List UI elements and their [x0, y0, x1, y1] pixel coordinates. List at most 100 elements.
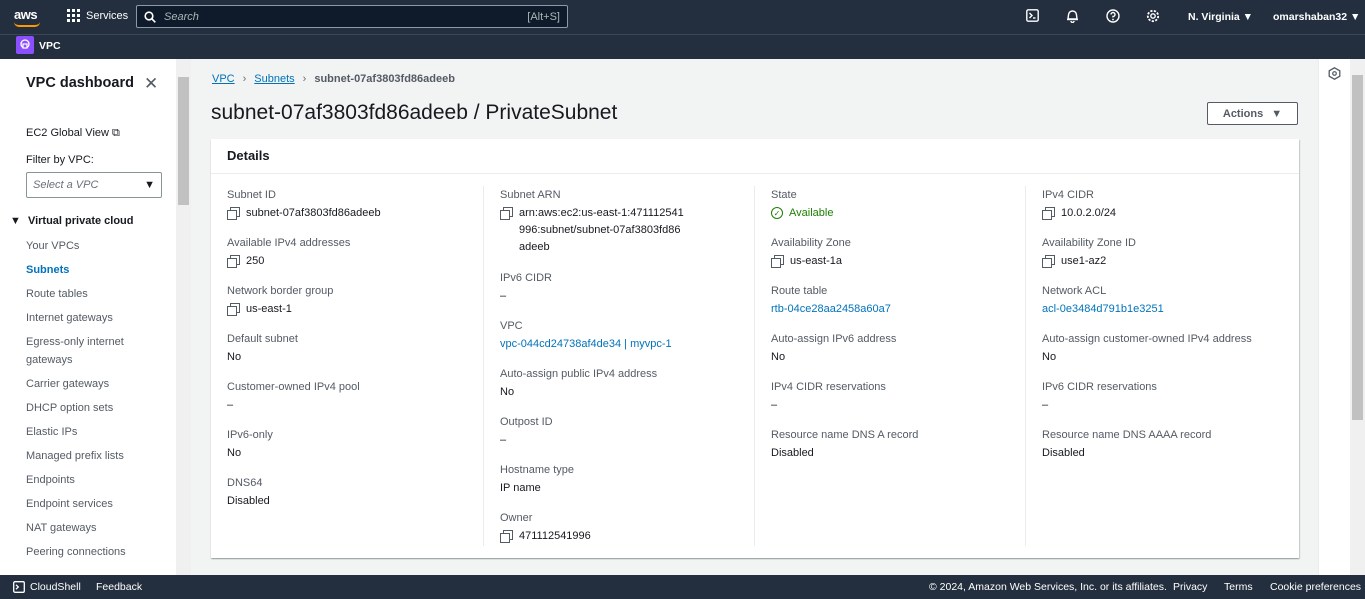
- sidebar-item-internet-gateways[interactable]: Internet gateways: [26, 309, 113, 327]
- feedback-link[interactable]: Feedback: [96, 581, 142, 593]
- copy-icon[interactable]: [1042, 207, 1055, 220]
- sidebar-item-elastic-ips[interactable]: Elastic IPs: [26, 423, 77, 441]
- caret-down-icon: ▼: [10, 215, 21, 227]
- field-hostname-type: Hostname type IP name: [500, 463, 745, 497]
- vpc-service-icon[interactable]: [16, 36, 34, 54]
- field-value: IP name: [500, 482, 541, 494]
- ec2-global-view-link[interactable]: EC2 Global View ⧉: [26, 124, 120, 142]
- settings-icon[interactable]: [1146, 9, 1160, 23]
- field-auto-assign-public-ipv4: Auto-assign public IPv4 address No: [500, 367, 745, 401]
- copy-icon[interactable]: [500, 207, 513, 220]
- aws-logo[interactable]: aws: [14, 7, 38, 22]
- field-label: DNS64: [227, 477, 263, 489]
- cloudshell-link[interactable]: CloudShell: [30, 581, 81, 593]
- field-value: –: [771, 399, 778, 411]
- field-ipv6-cidr-reservations: IPv6 CIDR reservations –: [1042, 380, 1287, 414]
- chevron-right-icon: ›: [242, 73, 247, 85]
- service-name[interactable]: VPC: [39, 40, 61, 52]
- field-availability-zone: Availability Zone us-east-1a: [771, 236, 1016, 270]
- field-label: Resource name DNS AAAA record: [1042, 429, 1212, 441]
- network-acl-link[interactable]: acl-0e3484d791b1e3251: [1042, 301, 1164, 318]
- sidebar-item-endpoints[interactable]: Endpoints: [26, 471, 75, 489]
- region-selector[interactable]: N. Virginia ▼: [1188, 11, 1253, 23]
- sidebar-item-egress-only-gateways[interactable]: Egress-only internet gateways: [26, 333, 146, 369]
- field-value: –: [1042, 399, 1049, 411]
- ec2-global-view-label: EC2 Global View: [26, 127, 109, 139]
- copy-icon[interactable]: [227, 303, 240, 316]
- main-scrollbar-thumb[interactable]: [1352, 75, 1363, 420]
- status-available: Available: [789, 207, 834, 219]
- field-dns-a-record: Resource name DNS A record Disabled: [771, 428, 1016, 462]
- sidebar-scrollbar-thumb[interactable]: [178, 77, 189, 205]
- field-value: No: [771, 351, 786, 363]
- privacy-link[interactable]: Privacy: [1173, 581, 1207, 593]
- sidebar-item-route-tables[interactable]: Route tables: [26, 285, 88, 303]
- section-label: Virtual private cloud: [27, 215, 134, 227]
- actions-button[interactable]: Actions ▼: [1207, 102, 1298, 125]
- section-virtual-private-cloud[interactable]: ▼ Virtual private cloud: [10, 215, 134, 227]
- bell-icon[interactable]: [1066, 9, 1079, 23]
- search-input[interactable]: [164, 10, 528, 23]
- field-label: Auto-assign public IPv4 address: [500, 368, 658, 380]
- copy-icon[interactable]: [500, 530, 513, 543]
- sidebar-item-carrier-gateways[interactable]: Carrier gateways: [26, 375, 109, 393]
- field-label: Hostname type: [500, 464, 574, 476]
- breadcrumb-subnets[interactable]: Subnets: [254, 73, 294, 85]
- copy-icon[interactable]: [227, 207, 240, 220]
- sidebar: VPC dashboard ✕ EC2 Global View ⧉ Filter…: [0, 59, 176, 575]
- field-value: 250: [246, 255, 265, 267]
- field-subnet-id: Subnet ID subnet-07af3803fd86adeeb: [227, 188, 472, 222]
- external-link-icon: ⧉: [112, 127, 120, 139]
- sidebar-item-managed-prefix-lists[interactable]: Managed prefix lists: [26, 447, 124, 465]
- field-value: Disabled: [771, 447, 814, 459]
- field-ipv4-cidr-reservations: IPv4 CIDR reservations –: [771, 380, 1016, 414]
- help-icon[interactable]: [1106, 9, 1120, 23]
- search-bar[interactable]: [Alt+S]: [136, 5, 568, 28]
- sidebar-item-endpoint-services[interactable]: Endpoint services: [26, 495, 113, 513]
- breadcrumb-current: subnet-07af3803fd86adeeb: [314, 73, 455, 85]
- field-subnet-arn: Subnet ARN arn:aws:ec2:us-east-1:4711125…: [500, 188, 685, 256]
- page-title: subnet-07af3803fd86adeeb / PrivateSubnet: [211, 101, 618, 124]
- route-table-link[interactable]: rtb-04ce28aa2458a60a7: [771, 301, 891, 318]
- close-icon[interactable]: ✕: [144, 74, 158, 94]
- field-value: No: [500, 386, 515, 398]
- sidebar-item-dhcp-option-sets[interactable]: DHCP option sets: [26, 399, 113, 417]
- field-value: Disabled: [227, 495, 270, 507]
- caret-down-icon: ▼: [144, 179, 155, 191]
- cookie-preferences-link[interactable]: Cookie preferences: [1270, 581, 1361, 593]
- services-menu[interactable]: Services: [67, 9, 128, 22]
- vpc-filter-placeholder: Select a VPC: [33, 179, 99, 191]
- details-column-2: Subnet ARN arn:aws:ec2:us-east-1:4711125…: [483, 186, 754, 546]
- field-value: –: [227, 399, 234, 411]
- field-label: Available IPv4 addresses: [227, 237, 351, 249]
- caret-down-icon: ▼: [1271, 107, 1283, 120]
- check-circle-icon: ✓: [771, 207, 783, 219]
- field-outpost-id: Outpost ID –: [500, 415, 745, 449]
- copy-icon[interactable]: [1042, 255, 1055, 268]
- cloudshell-icon[interactable]: [13, 581, 25, 593]
- details-title: Details: [211, 139, 1299, 174]
- sidebar-item-your-vpcs[interactable]: Your VPCs: [26, 237, 79, 255]
- vpc-filter-select[interactable]: Select a VPC ▼: [26, 172, 162, 198]
- sidebar-title: VPC dashboard: [26, 75, 134, 91]
- breadcrumb-vpc[interactable]: VPC: [212, 73, 235, 85]
- sidebar-item-nat-gateways[interactable]: NAT gateways: [26, 519, 97, 537]
- vpc-link[interactable]: vpc-044cd24738af4de34 | myvpc-1: [500, 336, 672, 353]
- copy-icon[interactable]: [771, 255, 784, 268]
- sidebar-item-peering-connections[interactable]: Peering connections: [26, 543, 126, 561]
- field-value: –: [500, 434, 507, 446]
- sidebar-item-subnets[interactable]: Subnets: [26, 261, 69, 279]
- field-state: State ✓ Available: [771, 188, 1016, 222]
- field-label: Customer-owned IPv4 pool: [227, 381, 360, 393]
- cloudshell-icon[interactable]: [1026, 9, 1039, 22]
- info-panel-icon[interactable]: [1328, 67, 1341, 80]
- details-column-3: State ✓ Available Availability Zone us-ea…: [754, 186, 1025, 546]
- field-ipv6-only: IPv6-only No: [227, 428, 472, 462]
- field-auto-assign-ipv6: Auto-assign IPv6 address No: [771, 332, 1016, 366]
- terms-link[interactable]: Terms: [1224, 581, 1253, 593]
- field-label: Subnet ARN: [500, 189, 561, 201]
- account-menu[interactable]: omarshaban32 ▼: [1273, 11, 1360, 23]
- copy-icon[interactable]: [227, 255, 240, 268]
- field-auto-assign-customer-owned-ipv4: Auto-assign customer-owned IPv4 address …: [1042, 332, 1287, 366]
- actions-label: Actions: [1222, 107, 1264, 120]
